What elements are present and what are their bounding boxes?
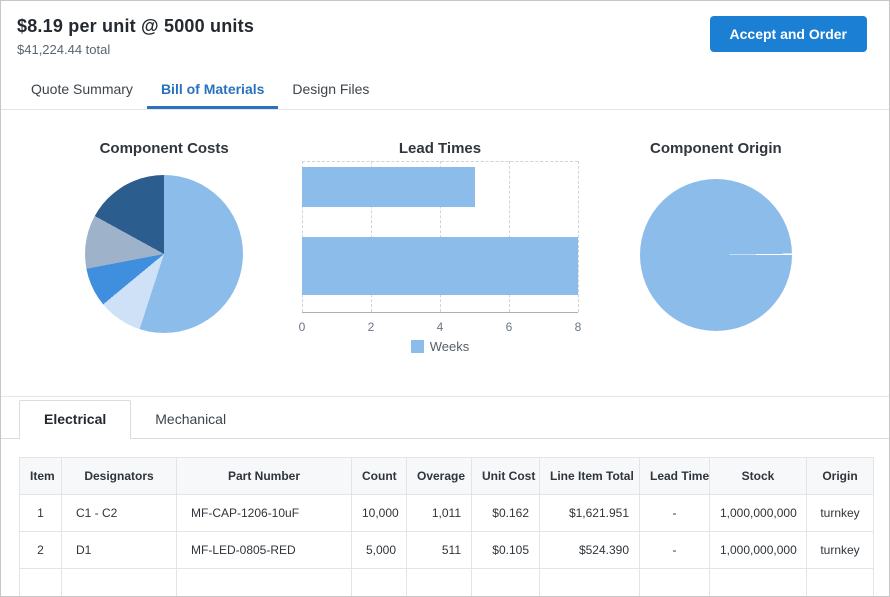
lead-time-bar	[302, 237, 578, 295]
bom-tab-electrical[interactable]: Electrical	[19, 400, 131, 439]
gridline	[302, 161, 578, 162]
table-row: 2D1MF-LED-0805-RED5,000511$0.105$524.390…	[20, 532, 874, 569]
quote-page: $8.19 per unit @ 5000 units $41,224.44 t…	[0, 0, 890, 597]
x-tick-label: 0	[299, 320, 306, 334]
column-header-designators: Designators	[62, 458, 177, 495]
component-origin-chart: Component Origin	[583, 140, 849, 354]
x-tick-label: 8	[575, 320, 582, 334]
component-costs-title: Component Costs	[31, 140, 297, 157]
cell-unit-cost: $0.162	[472, 495, 540, 532]
table-row-partial	[20, 569, 874, 597]
tab-design-files[interactable]: Design Files	[278, 71, 383, 109]
cell-item: 1	[20, 495, 62, 532]
cell-lead-time	[640, 569, 710, 597]
lead-time-bar	[302, 167, 475, 207]
cell-line-item-total: $1,621.951	[540, 495, 640, 532]
cell-item	[20, 569, 62, 597]
cell-line-item-total: $524.390	[540, 532, 640, 569]
column-header-line-item-total: Line Item Total	[540, 458, 640, 495]
header-row: ItemDesignatorsPart NumberCountOverageUn…	[20, 458, 874, 495]
column-header-unit-cost: Unit Cost	[472, 458, 540, 495]
cell-stock: 1,000,000,000	[710, 495, 807, 532]
column-header-lead-time: Lead Time	[640, 458, 710, 495]
cell-lead-time: -	[640, 495, 710, 532]
quote-header: $8.19 per unit @ 5000 units $41,224.44 t…	[1, 1, 889, 57]
cell-item: 2	[20, 532, 62, 569]
lead-times-title: Lead Times	[297, 140, 582, 157]
x-tick-label: 6	[506, 320, 513, 334]
column-header-item: Item	[20, 458, 62, 495]
column-header-part-number: Part Number	[177, 458, 352, 495]
cell-overage	[407, 569, 472, 597]
charts-row: Component Costs Lead Times 0 2 4 6 8 Weeks C…	[1, 110, 889, 354]
section-divider	[1, 396, 889, 397]
quote-tabs: Quote SummaryBill of MaterialsDesign Fil…	[1, 71, 889, 110]
cell-count: 10,000	[352, 495, 407, 532]
bom-tab-mechanical[interactable]: Mechanical	[131, 401, 250, 438]
bom-tabs: ElectricalMechanical	[1, 400, 889, 439]
cell-stock: 1,000,000,000	[710, 532, 807, 569]
component-costs-chart: Component Costs	[31, 140, 297, 354]
cell-count	[352, 569, 407, 597]
x-axis-ticks: 02468	[302, 313, 578, 337]
price-block: $8.19 per unit @ 5000 units $41,224.44 t…	[17, 16, 254, 57]
cell-stock	[710, 569, 807, 597]
cell-part-number: MF-CAP-1206-10uF	[177, 495, 352, 532]
cell-lead-time: -	[640, 532, 710, 569]
cell-line-item-total	[540, 569, 640, 597]
column-header-origin: Origin	[807, 458, 874, 495]
x-tick-label: 2	[368, 320, 375, 334]
legend-label: Weeks	[430, 339, 470, 354]
component-origin-pie	[640, 179, 792, 331]
cell-origin: turnkey	[807, 532, 874, 569]
cell-designators: D1	[62, 532, 177, 569]
cell-part-number	[177, 569, 352, 597]
bom-table-body: 1C1 - C2MF-CAP-1206-10uF10,0001,011$0.16…	[20, 495, 874, 597]
component-costs-pie	[85, 175, 243, 333]
cell-unit-cost	[472, 569, 540, 597]
lead-times-chart: Lead Times 0 2 4 6 8 Weeks	[297, 140, 582, 354]
accept-and-order-button[interactable]: Accept and Order	[710, 16, 867, 52]
tab-quote-summary[interactable]: Quote Summary	[17, 71, 147, 109]
cell-overage: 1,011	[407, 495, 472, 532]
price-per-unit: $8.19 per unit @ 5000 units	[17, 16, 254, 37]
column-header-overage: Overage	[407, 458, 472, 495]
cell-origin	[807, 569, 874, 597]
cell-designators: C1 - C2	[62, 495, 177, 532]
lead-times-plot	[302, 161, 578, 313]
component-origin-title: Component Origin	[583, 140, 849, 157]
cell-origin: turnkey	[807, 495, 874, 532]
cell-count: 5,000	[352, 532, 407, 569]
cell-part-number: MF-LED-0805-RED	[177, 532, 352, 569]
gridline	[578, 161, 579, 312]
cell-designators	[62, 569, 177, 597]
x-tick-label: 4	[437, 320, 444, 334]
cell-overage: 511	[407, 532, 472, 569]
legend-swatch-icon	[411, 340, 424, 353]
bom-table: ItemDesignatorsPart NumberCountOverageUn…	[19, 457, 874, 597]
tab-bill-of-materials[interactable]: Bill of Materials	[147, 71, 278, 109]
column-header-stock: Stock	[710, 458, 807, 495]
total-price: $41,224.44 total	[17, 42, 254, 57]
chart-legend: Weeks	[297, 339, 582, 354]
bom-table-header: ItemDesignatorsPart NumberCountOverageUn…	[20, 458, 874, 495]
table-row: 1C1 - C2MF-CAP-1206-10uF10,0001,011$0.16…	[20, 495, 874, 532]
cell-unit-cost: $0.105	[472, 532, 540, 569]
column-header-count: Count	[352, 458, 407, 495]
